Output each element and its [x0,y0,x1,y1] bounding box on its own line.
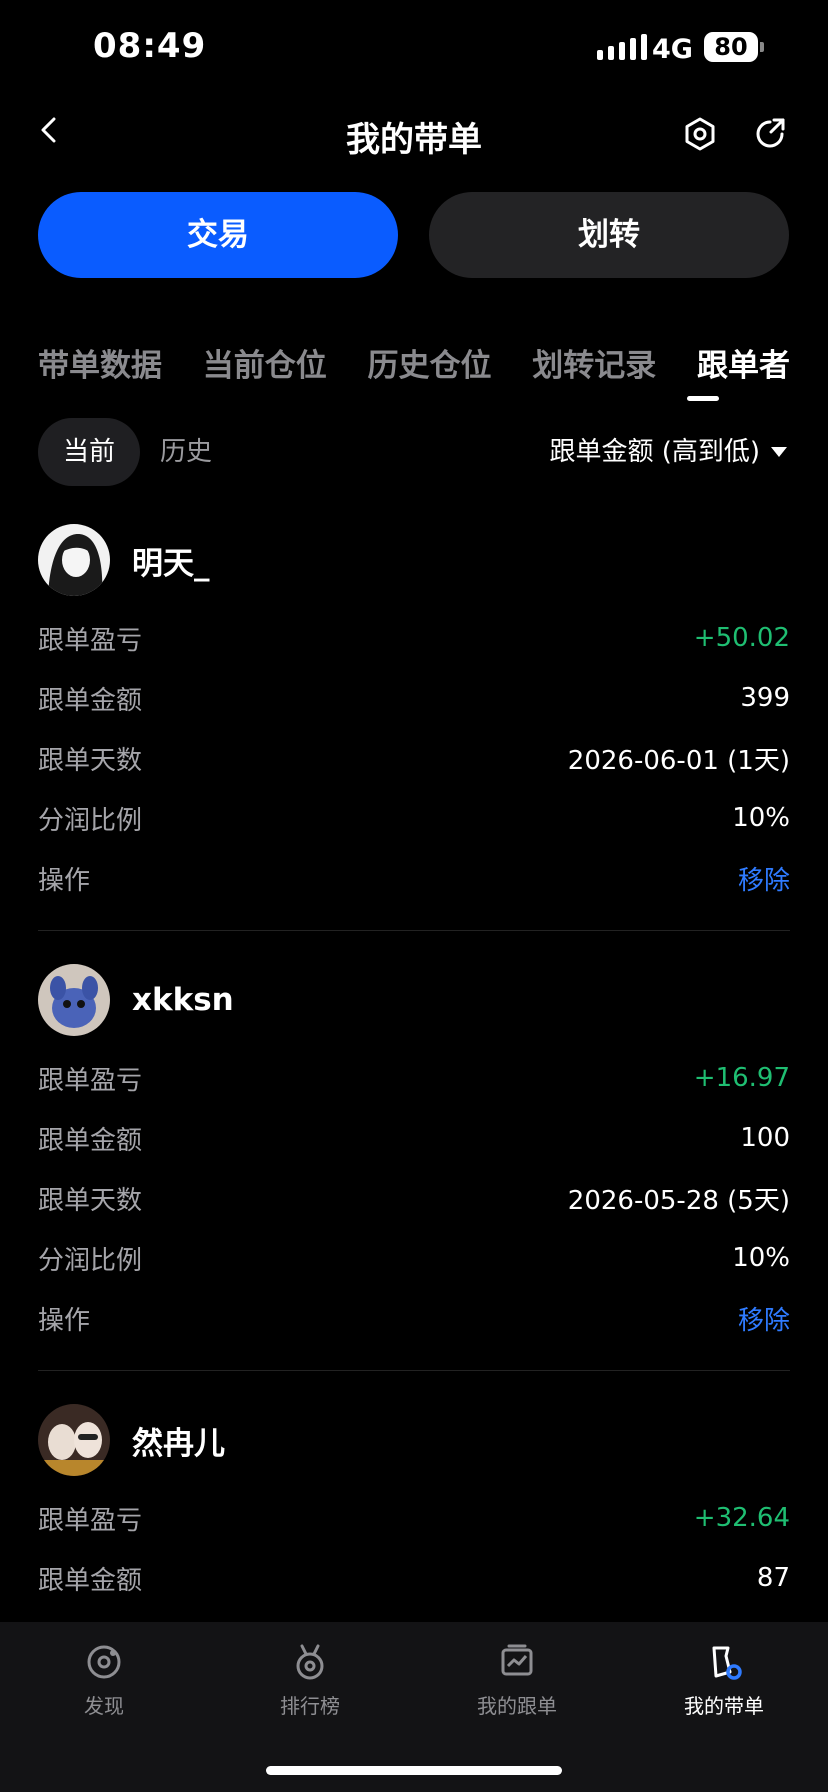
operation-label: 操作 [38,865,91,896]
tab-bar: 带单数据 当前仓位 历史仓位 划转记录 跟单者 [38,340,790,385]
nav-label: 发现 [84,1694,124,1718]
tab-history-positions[interactable]: 历史仓位 [368,340,492,385]
follower-card: 明天_ 跟单盈亏 +50.02 跟单金额 399 跟单天数 2026-06-01 (1… [38,524,790,931]
remove-button[interactable]: 移除 [738,860,790,897]
nav-ranking[interactable]: 排行榜 [240,1642,380,1719]
amount-value: 399 [740,683,790,713]
operation-label: 操作 [38,1305,91,1336]
home-indicator[interactable] [266,1766,562,1775]
pnl-value: +32.64 [693,1503,790,1533]
nav-my-lead[interactable]: 我的带单 [654,1642,794,1719]
sort-label: 跟单金额 (高到低) [549,437,760,467]
follower-card: xkksn 跟单盈亏 +16.97 跟单金额 100 跟单天数 2026-05-28 … [38,964,790,1371]
tab-current-positions[interactable]: 当前仓位 [203,340,327,385]
nav-label: 排行榜 [280,1694,340,1718]
tab-followers[interactable]: 跟单者 [697,340,790,385]
divider [38,930,790,931]
filter-history[interactable]: 历史 [160,418,212,486]
battery-icon: 80 [704,32,758,62]
tab-lead-data[interactable]: 带单数据 [38,340,162,385]
share-value: 10% [732,803,790,833]
sort-dropdown[interactable]: 跟单金额 (高到低) [549,418,788,486]
nav-my-copy[interactable]: 我的跟单 [447,1642,587,1719]
trade-button[interactable]: 交易 [38,192,398,278]
discover-icon [87,1645,121,1679]
avatar[interactable] [38,1404,110,1476]
nav-label: 我的带单 [684,1694,764,1718]
caret-down-icon [771,447,787,457]
share-icon[interactable] [752,116,788,152]
nav-label: 我的跟单 [477,1694,557,1718]
operation-row: 操作 移除 [38,1288,790,1348]
share-row: 分润比例 10% [38,788,790,848]
share-row: 分润比例 10% [38,1228,790,1288]
status-time: 08:49 [93,26,207,66]
amount-value: 87 [756,1563,790,1593]
days-row: 跟单天数 2026-05-28 (5天) [38,1168,790,1228]
follower-name: xkksn [132,982,234,1018]
tab-transfer-records[interactable]: 划转记录 [532,340,656,385]
battery-tip [760,42,764,52]
divider [38,1370,790,1371]
signal-icon [597,34,647,60]
avatar[interactable] [38,964,110,1036]
share-value: 10% [732,1243,790,1273]
ranking-icon [296,1644,324,1680]
follower-card: 然冉儿 跟单盈亏 +32.64 跟单金额 87 [38,1404,790,1608]
pnl-label: 跟单盈亏 [38,1065,143,1096]
network-label: 4G [652,34,693,65]
nav-discover[interactable]: 发现 [34,1642,174,1719]
pnl-row: 跟单盈亏 +32.64 [38,1488,790,1548]
active-tab-indicator [687,396,719,401]
pnl-label: 跟单盈亏 [38,625,143,656]
days-label: 跟单天数 [38,745,143,776]
pnl-row: 跟单盈亏 +50.02 [38,608,790,668]
days-label: 跟单天数 [38,1185,143,1216]
days-value: 2026-06-01 (1天) [567,745,790,776]
days-value: 2026-05-28 (5天) [567,1185,790,1216]
filter-current[interactable]: 当前 [38,418,140,486]
amount-value: 100 [740,1123,790,1153]
follower-name: 然冉儿 [132,1425,225,1462]
my-copy-icon [501,1644,533,1676]
avatar[interactable] [38,524,110,596]
amount-label: 跟单金额 [38,685,143,716]
amount-label: 跟单金额 [38,1565,143,1596]
amount-row: 跟单金额 100 [38,1108,790,1168]
pnl-row: 跟单盈亏 +16.97 [38,1048,790,1108]
amount-row: 跟单金额 87 [38,1548,790,1608]
amount-label: 跟单金额 [38,1125,143,1156]
pnl-value: +16.97 [693,1063,790,1093]
remove-button[interactable]: 移除 [738,1300,790,1337]
follower-name: 明天_ [132,545,210,582]
pnl-value: +50.02 [693,623,790,653]
share-label: 分润比例 [38,1245,143,1276]
amount-row: 跟单金额 399 [38,668,790,728]
pnl-label: 跟单盈亏 [38,1505,143,1536]
days-row: 跟单天数 2026-06-01 (1天) [38,728,790,788]
share-label: 分润比例 [38,805,143,836]
my-lead-icon [712,1646,742,1680]
operation-row: 操作 移除 [38,848,790,908]
settings-icon[interactable] [682,116,718,152]
transfer-button[interactable]: 划转 [429,192,789,278]
